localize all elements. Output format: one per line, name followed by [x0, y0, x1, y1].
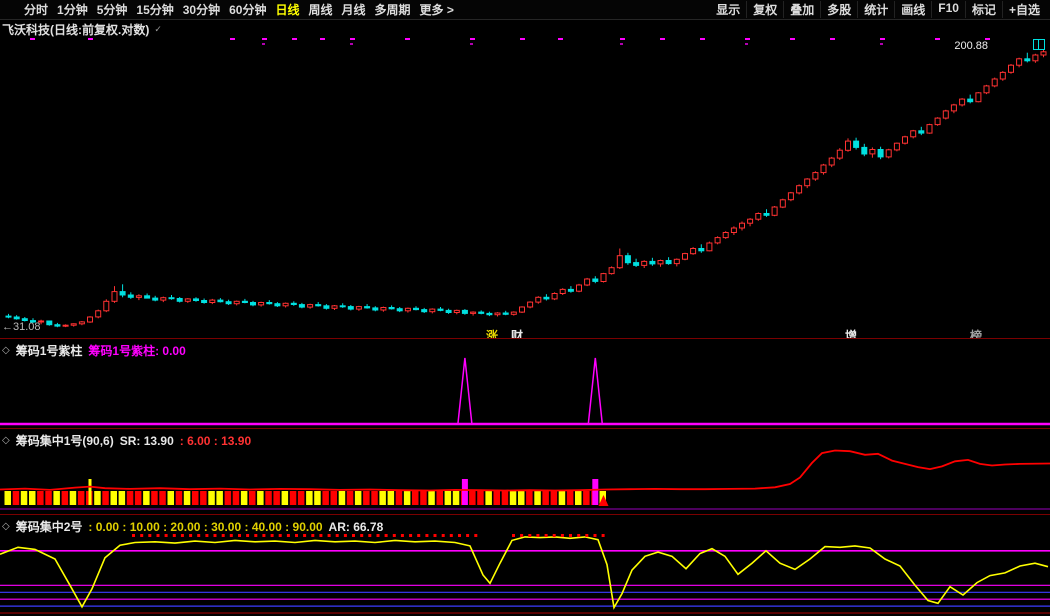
panel1-header: ◇ 筹码1号紫柱 筹码1号紫柱: 0.00: [2, 342, 186, 359]
chart-title-row: 飞沃科技(日线:前复权.对数) ✓: [2, 21, 162, 38]
indicator-panel-2[interactable]: [0, 451, 1050, 510]
panel3-collapse-icon[interactable]: ◇: [2, 521, 10, 532]
chart-title: 飞沃科技(日线:前复权.对数): [2, 21, 149, 38]
indicator-panel-3[interactable]: [0, 534, 1050, 613]
panel2-collapse-icon[interactable]: ◇: [2, 435, 10, 446]
trading-app: 分时1分钟5分钟15分钟30分钟60分钟日线周线月线多周期更多 > 显示复权叠加…: [0, 0, 1050, 616]
indicator-panel-1[interactable]: [0, 358, 1050, 424]
layout-icon[interactable]: [1033, 39, 1045, 50]
panel1-collapse-icon[interactable]: ◇: [2, 345, 10, 356]
panel2-header: ◇ 筹码集中1号(90,6) SR: 13.90 : 6.00 : 13.90: [2, 432, 251, 449]
last-price-label: 200.88: [954, 40, 988, 52]
main-candlestick-chart[interactable]: [6, 38, 1046, 327]
panel2-title: 筹码集中1号(90,6): [16, 432, 114, 449]
panel3-ar-value: AR: 66.78: [329, 520, 384, 534]
panel2-sr-value: SR: 13.90: [120, 434, 174, 448]
panel3-values: : 0.00 : 10.00 : 20.00 : 30.00 : 40.00 :…: [88, 520, 322, 534]
panel1-value: 筹码1号紫柱: 0.00: [88, 342, 185, 359]
panel1-title: 筹码1号紫柱: [16, 342, 83, 359]
panel2-values: : 6.00 : 13.90: [180, 434, 251, 448]
panel3-header: ◇ 筹码集中2号 : 0.00 : 10.00 : 20.00 : 30.00 …: [2, 518, 383, 535]
title-flag-icon: ✓: [154, 24, 162, 35]
low-price-label: ←31.08: [2, 321, 41, 333]
panel3-title: 筹码集中2号: [16, 518, 83, 535]
